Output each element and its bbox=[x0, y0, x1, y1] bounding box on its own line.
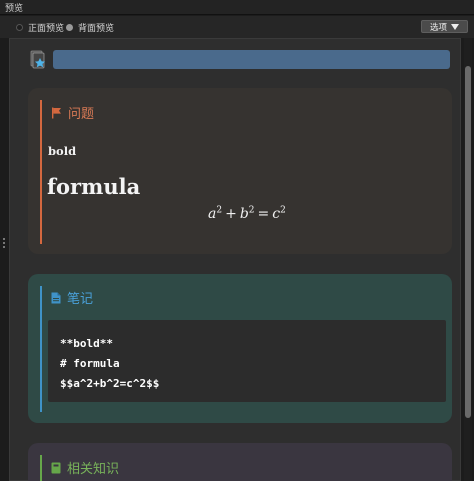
preview-toolbar: 正面预览 背面预览 选项 bbox=[0, 16, 474, 38]
front-preview-label: 正面预览 bbox=[28, 23, 65, 34]
note-code-block: **bold** # formula $$a^2+b^2=c^2$$ bbox=[48, 320, 446, 402]
note-card: 笔记 **bold** # formula $$a^2+b^2=c^2$$ bbox=[28, 274, 452, 423]
triangle-down-icon bbox=[451, 23, 459, 30]
related-knowledge-card: 相关知识 bbox=[28, 443, 452, 481]
note-title: 笔记 bbox=[67, 292, 94, 307]
bold-text: bold bbox=[48, 144, 77, 158]
vertical-scrollbar[interactable] bbox=[464, 38, 472, 481]
back-preview-label: 背面预览 bbox=[78, 23, 115, 34]
code-line: $$a^2+b^2=c^2$$ bbox=[60, 377, 160, 390]
book-icon bbox=[51, 462, 61, 473]
radio-selected-icon bbox=[66, 23, 73, 31]
window-title: 预览 bbox=[5, 4, 24, 14]
math-formula: a2 + b2 = c2 bbox=[208, 205, 286, 222]
scrollbar-thumb[interactable] bbox=[465, 66, 471, 418]
related-header: 相关知识 bbox=[51, 458, 119, 477]
note-header: 笔记 bbox=[51, 288, 93, 307]
question-header: 问题 bbox=[51, 103, 94, 122]
window-titlebar: 预览 bbox=[0, 0, 474, 15]
radio-unselected-icon bbox=[16, 23, 23, 31]
splitter-handle[interactable] bbox=[3, 238, 6, 252]
note-accent-bar bbox=[40, 286, 42, 412]
question-accent-bar bbox=[40, 100, 42, 244]
related-title: 相关知识 bbox=[67, 462, 120, 477]
formula-heading: formula bbox=[47, 174, 141, 199]
flag-icon bbox=[52, 107, 61, 118]
deck-star-icon bbox=[30, 50, 45, 69]
question-card: 问题 bold formula a2 + b2 = c2 bbox=[28, 88, 452, 254]
question-title: 问题 bbox=[68, 107, 95, 122]
code-line: # formula bbox=[60, 357, 120, 370]
options-dropdown-button[interactable]: 选项 bbox=[421, 20, 468, 33]
document-icon bbox=[51, 292, 61, 303]
front-preview-radio[interactable]: 正面预览 bbox=[16, 21, 65, 34]
code-line: **bold** bbox=[60, 337, 113, 350]
back-preview-radio[interactable]: 背面预览 bbox=[66, 21, 115, 34]
deck-name-bar[interactable] bbox=[53, 50, 450, 69]
related-accent-bar bbox=[40, 455, 42, 481]
options-label: 选项 bbox=[429, 22, 447, 33]
